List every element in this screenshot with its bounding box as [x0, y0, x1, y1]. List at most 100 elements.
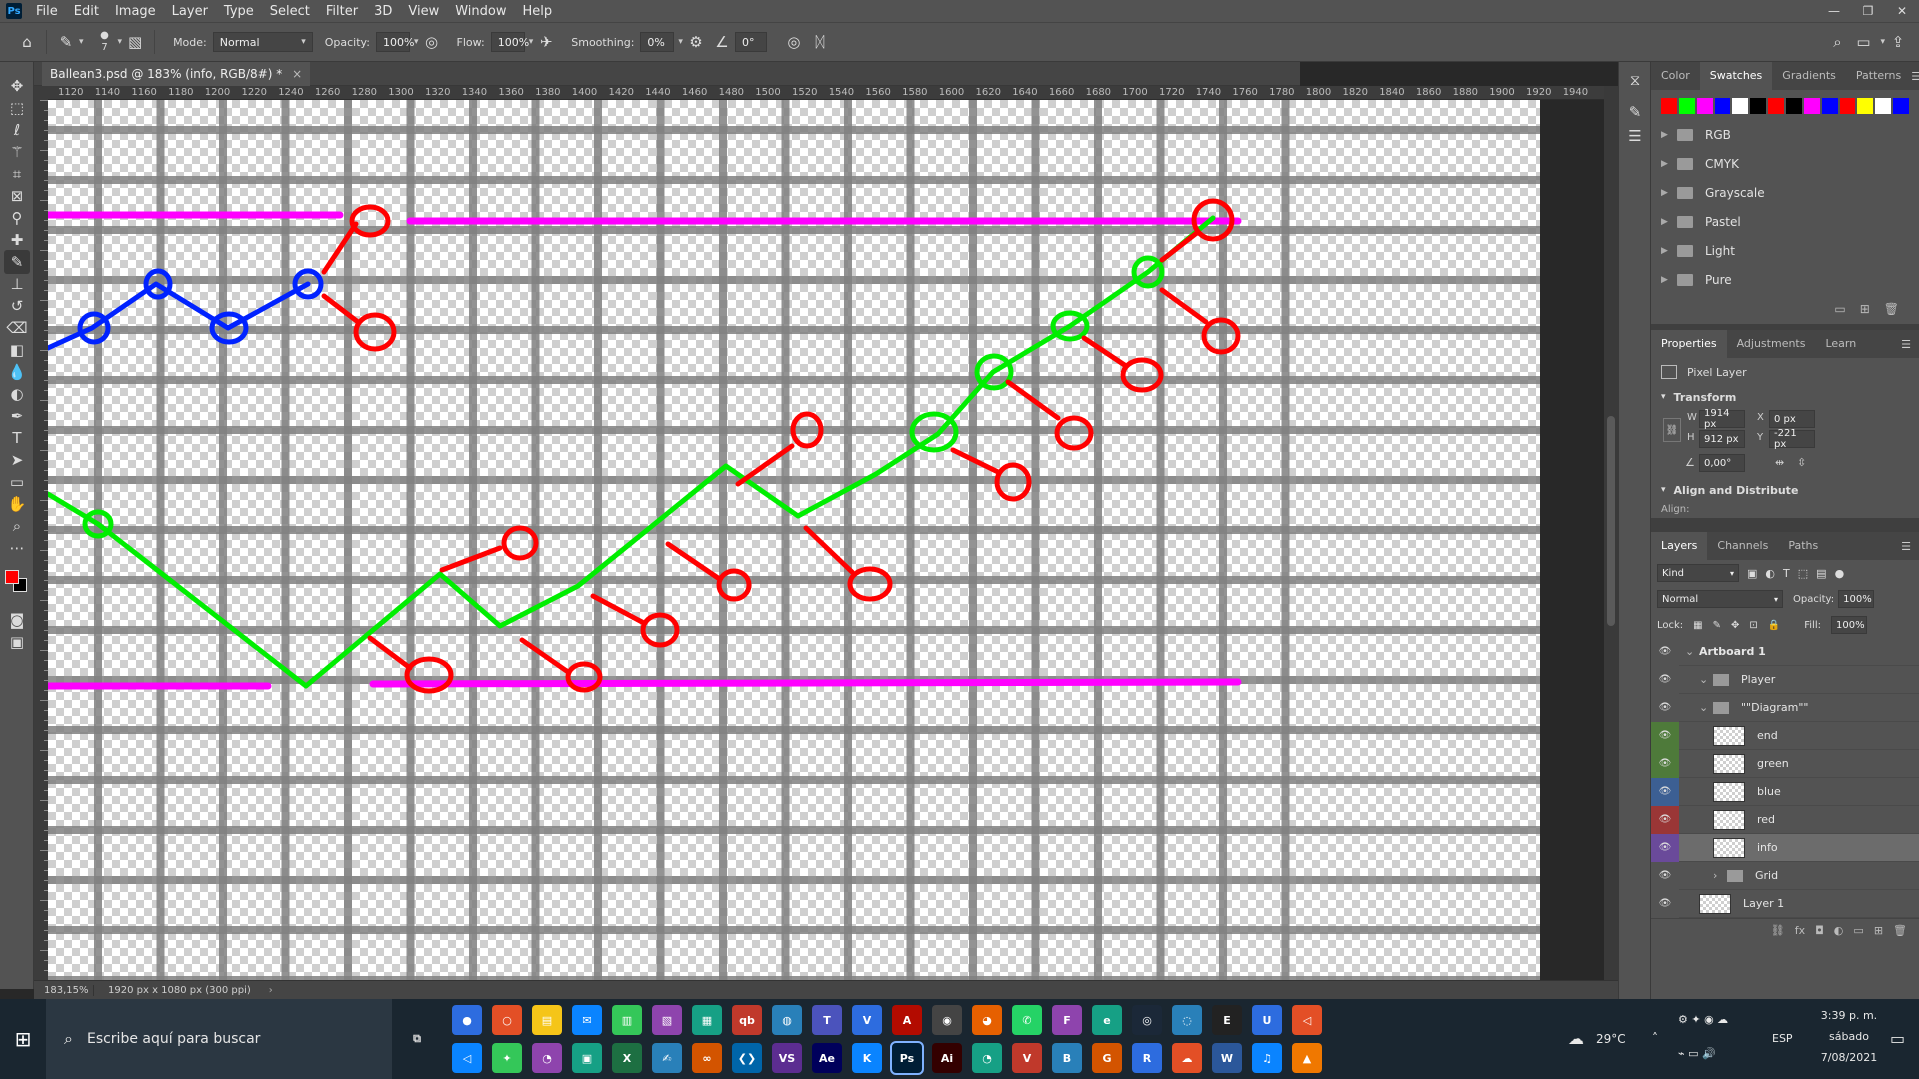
adjustment-layer-icon[interactable]: ◐ [1834, 924, 1844, 937]
eye-icon[interactable]: 👁 [1651, 665, 1679, 694]
menu-3d[interactable]: 3D [366, 4, 400, 19]
chevron-up-icon[interactable]: ˄ [1652, 1031, 1658, 1045]
taskbar-chat-icon[interactable]: ◍ [772, 1005, 802, 1035]
tab-adjustments[interactable]: Adjustments [1727, 330, 1816, 358]
new-layer-icon[interactable]: ⊞ [1874, 924, 1883, 937]
crop-tool-icon[interactable]: ⌗ [4, 162, 30, 186]
angle-input[interactable]: 0,00° [1699, 454, 1745, 472]
menu-help[interactable]: Help [515, 4, 561, 19]
tab-channels[interactable]: Channels [1707, 532, 1778, 560]
close-icon[interactable]: ✕ [1885, 4, 1919, 18]
taskbar-unity2-icon[interactable]: ◁ [452, 1043, 482, 1073]
symmetry-icon[interactable]: ᛞ [807, 29, 833, 55]
fill-input[interactable]: 100% [1830, 616, 1867, 634]
hand-tool-icon[interactable]: ✋ [4, 492, 30, 516]
color-swatch[interactable] [1839, 98, 1856, 114]
home-icon[interactable]: ⌂ [14, 29, 40, 55]
taskbar-calc-icon[interactable]: ▦ [692, 1005, 722, 1035]
taskbar-vscode-icon[interactable]: ❮❯ [732, 1043, 762, 1073]
dodge-tool-icon[interactable]: ◐ [4, 382, 30, 406]
document-tab[interactable]: Ballean3.psd @ 183% (info, RGB/8#) * × [42, 62, 311, 86]
adjust-panel-icon[interactable]: ☰ [1622, 124, 1648, 148]
height-input[interactable]: 912 px [1699, 430, 1745, 448]
layer-row[interactable]: 👁 red [1651, 805, 1919, 834]
color-swatch[interactable] [1875, 98, 1892, 114]
type-tool-icon[interactable]: T [4, 426, 30, 450]
taskbar-epic-icon[interactable]: E [1212, 1005, 1242, 1035]
taskbar-blender-icon[interactable]: ◔ [972, 1043, 1002, 1073]
chevron-right-icon[interactable]: › [269, 985, 273, 996]
tab-swatches[interactable]: Swatches [1699, 62, 1773, 90]
x-input[interactable]: 0 px [1769, 410, 1815, 428]
tab-properties[interactable]: Properties [1651, 330, 1727, 358]
taskbar-gamer-icon[interactable]: G [1092, 1043, 1122, 1073]
taskbar-cortana-icon[interactable]: ○ [492, 1005, 522, 1035]
zoom-level[interactable]: 183,15% [34, 984, 94, 996]
zoom-tool-icon[interactable]: ⌕ [4, 514, 30, 538]
taskbar-vs-icon[interactable]: VS [772, 1043, 802, 1073]
lock-all-icon[interactable]: 🔒 [1768, 620, 1780, 631]
taskbar-store-icon[interactable]: ▣ [572, 1043, 602, 1073]
smoothing-input[interactable]: 0% [640, 32, 675, 52]
color-swatch[interactable] [1732, 98, 1749, 114]
brush-size-picker[interactable]: ● 7 [92, 30, 118, 54]
taskbar-origin-icon[interactable]: ◌ [1172, 1005, 1202, 1035]
align-header[interactable]: ▾ Align and Distribute [1651, 480, 1919, 500]
language-indicator[interactable]: ESP [1772, 1032, 1793, 1045]
notifications-icon[interactable]: ▭ [1890, 1029, 1905, 1048]
stamp-tool-icon[interactable]: ⊥ [4, 272, 30, 296]
eye-icon[interactable]: 👁 [1651, 861, 1679, 890]
search-icon[interactable]: ⌕ [1824, 29, 1850, 55]
history-brush-tool-icon[interactable]: ↺ [4, 294, 30, 318]
transform-header[interactable]: ▾ Transform [1651, 386, 1919, 408]
opacity-input[interactable]: 100% [375, 32, 414, 52]
taskbar-rew-icon[interactable]: R [1132, 1043, 1162, 1073]
taskbar-excel-icon[interactable]: X [612, 1043, 642, 1073]
flow-input[interactable]: 100% [490, 32, 529, 52]
menu-file[interactable]: File [28, 4, 66, 19]
color-swatch[interactable] [1857, 98, 1874, 114]
taskbar-notes-icon[interactable]: ▥ [612, 1005, 642, 1035]
taskbar-brave-icon[interactable]: B [1052, 1043, 1082, 1073]
brush-preset-icon[interactable]: ✎ [53, 29, 79, 55]
eyedropper-tool-icon[interactable]: ⚲ [4, 206, 30, 230]
brush-panel-icon[interactable]: ✎ [1622, 100, 1648, 124]
magic-wand-tool-icon[interactable]: ⚚ [4, 140, 30, 164]
layer-row[interactable]: 👁 blue [1651, 777, 1919, 806]
taskbar-obs-icon[interactable]: ● [452, 1005, 482, 1035]
flip-vertical-icon[interactable]: ⇳ [1797, 456, 1806, 469]
width-input[interactable]: 1914 px [1699, 408, 1745, 430]
layer-row[interactable]: 👁 Layer 1 [1651, 889, 1919, 918]
taskbar-cloud-icon[interactable]: ☁ [1172, 1043, 1202, 1073]
blur-tool-icon[interactable]: 💧 [4, 360, 30, 384]
tab-layers[interactable]: Layers [1651, 532, 1708, 560]
layer-row[interactable]: 👁 green [1651, 749, 1919, 778]
menu-window[interactable]: Window [447, 4, 514, 19]
taskbar-arduino-icon[interactable]: ∞ [692, 1043, 722, 1073]
color-swatch[interactable] [1786, 98, 1802, 114]
filter-shape-icon[interactable]: ⬚ [1798, 567, 1808, 580]
bucket-tool-icon[interactable]: ◧ [4, 338, 30, 362]
taskbar-inkscape-icon[interactable]: ✦ [492, 1043, 522, 1073]
taskbar-steam-icon[interactable]: ◎ [1132, 1005, 1162, 1035]
filter-smart-icon[interactable]: ▤ [1816, 567, 1826, 580]
layer-opacity-input[interactable]: 100% [1838, 590, 1875, 608]
menu-type[interactable]: Type [216, 4, 262, 19]
task-view-icon[interactable]: ⧉ [402, 1024, 432, 1054]
link-layers-icon[interactable]: ⛓ [1771, 924, 1785, 937]
screen-mode-icon[interactable]: ▣ [4, 630, 30, 654]
layer-row[interactable]: 👁 ⌄ ""Diagram"" [1651, 693, 1919, 722]
chevron-down-icon[interactable]: ▾ [79, 37, 84, 47]
eye-icon[interactable]: 👁 [1651, 889, 1679, 918]
eye-icon[interactable]: 👁 [1651, 693, 1679, 722]
tray-icons-top[interactable]: ⚙ ✦ ◉ ☁ [1678, 1013, 1728, 1026]
taskbar-blender2-icon[interactable]: ◔ [532, 1043, 562, 1073]
color-swatch[interactable] [1803, 98, 1820, 114]
more-tools-icon[interactable]: ⋯ [4, 536, 30, 560]
swatch-folder-rgb[interactable]: ▶ RGB [1651, 120, 1919, 149]
canvas-area[interactable] [48, 100, 1604, 980]
color-swatch[interactable] [1750, 98, 1767, 114]
taskbar-mail-icon[interactable]: ✉ [572, 1005, 602, 1035]
filter-toggle-icon[interactable]: ● [1835, 567, 1845, 580]
scrollbar-thumb[interactable] [1607, 416, 1615, 626]
